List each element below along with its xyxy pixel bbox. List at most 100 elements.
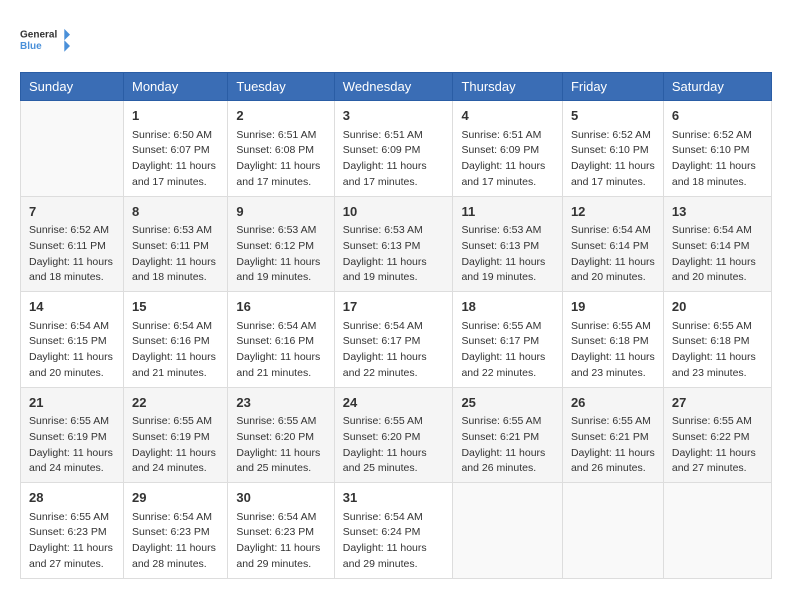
header-cell-wednesday: Wednesday (334, 73, 453, 101)
day-number: 27 (672, 393, 763, 413)
cell-info: Sunrise: 6:51 AMSunset: 6:08 PMDaylight:… (236, 128, 325, 191)
logo-svg: General Blue (20, 20, 70, 62)
cell-info: Sunrise: 6:54 AMSunset: 6:23 PMDaylight:… (236, 510, 325, 573)
cell-info: Sunrise: 6:54 AMSunset: 6:14 PMDaylight:… (672, 223, 763, 286)
week-row-1: 1Sunrise: 6:50 AMSunset: 6:07 PMDaylight… (21, 101, 772, 197)
cell-info: Sunrise: 6:54 AMSunset: 6:17 PMDaylight:… (343, 319, 445, 382)
calendar-cell: 5Sunrise: 6:52 AMSunset: 6:10 PMDaylight… (562, 101, 663, 197)
cell-info: Sunrise: 6:52 AMSunset: 6:11 PMDaylight:… (29, 223, 115, 286)
calendar-cell: 29Sunrise: 6:54 AMSunset: 6:23 PMDayligh… (124, 483, 228, 579)
cell-info: Sunrise: 6:55 AMSunset: 6:19 PMDaylight:… (132, 414, 219, 477)
cell-info: Sunrise: 6:55 AMSunset: 6:20 PMDaylight:… (343, 414, 445, 477)
day-number: 14 (29, 297, 115, 317)
day-number: 21 (29, 393, 115, 413)
calendar-cell: 11Sunrise: 6:53 AMSunset: 6:13 PMDayligh… (453, 196, 563, 292)
cell-info: Sunrise: 6:55 AMSunset: 6:20 PMDaylight:… (236, 414, 325, 477)
header-cell-friday: Friday (562, 73, 663, 101)
cell-info: Sunrise: 6:55 AMSunset: 6:22 PMDaylight:… (672, 414, 763, 477)
calendar-cell: 26Sunrise: 6:55 AMSunset: 6:21 PMDayligh… (562, 387, 663, 483)
calendar-cell: 1Sunrise: 6:50 AMSunset: 6:07 PMDaylight… (124, 101, 228, 197)
cell-info: Sunrise: 6:55 AMSunset: 6:18 PMDaylight:… (672, 319, 763, 382)
week-row-3: 14Sunrise: 6:54 AMSunset: 6:15 PMDayligh… (21, 292, 772, 388)
cell-info: Sunrise: 6:53 AMSunset: 6:12 PMDaylight:… (236, 223, 325, 286)
calendar-cell: 14Sunrise: 6:54 AMSunset: 6:15 PMDayligh… (21, 292, 124, 388)
cell-info: Sunrise: 6:54 AMSunset: 6:24 PMDaylight:… (343, 510, 445, 573)
day-number: 12 (571, 202, 655, 222)
header-cell-sunday: Sunday (21, 73, 124, 101)
cell-info: Sunrise: 6:55 AMSunset: 6:17 PMDaylight:… (461, 319, 554, 382)
day-number: 1 (132, 106, 219, 126)
svg-text:Blue: Blue (20, 41, 42, 52)
day-number: 15 (132, 297, 219, 317)
cell-info: Sunrise: 6:54 AMSunset: 6:23 PMDaylight:… (132, 510, 219, 573)
day-number: 28 (29, 488, 115, 508)
cell-info: Sunrise: 6:55 AMSunset: 6:23 PMDaylight:… (29, 510, 115, 573)
week-row-2: 7Sunrise: 6:52 AMSunset: 6:11 PMDaylight… (21, 196, 772, 292)
day-number: 24 (343, 393, 445, 413)
day-number: 7 (29, 202, 115, 222)
day-number: 18 (461, 297, 554, 317)
day-number: 9 (236, 202, 325, 222)
cell-info: Sunrise: 6:52 AMSunset: 6:10 PMDaylight:… (672, 128, 763, 191)
calendar-cell: 6Sunrise: 6:52 AMSunset: 6:10 PMDaylight… (663, 101, 771, 197)
cell-info: Sunrise: 6:55 AMSunset: 6:19 PMDaylight:… (29, 414, 115, 477)
cell-info: Sunrise: 6:52 AMSunset: 6:10 PMDaylight:… (571, 128, 655, 191)
cell-info: Sunrise: 6:54 AMSunset: 6:14 PMDaylight:… (571, 223, 655, 286)
day-number: 2 (236, 106, 325, 126)
calendar-cell: 21Sunrise: 6:55 AMSunset: 6:19 PMDayligh… (21, 387, 124, 483)
header: General Blue (20, 20, 772, 62)
day-number: 10 (343, 202, 445, 222)
calendar-cell: 19Sunrise: 6:55 AMSunset: 6:18 PMDayligh… (562, 292, 663, 388)
day-number: 8 (132, 202, 219, 222)
calendar-cell: 16Sunrise: 6:54 AMSunset: 6:16 PMDayligh… (228, 292, 334, 388)
calendar-cell: 28Sunrise: 6:55 AMSunset: 6:23 PMDayligh… (21, 483, 124, 579)
day-number: 20 (672, 297, 763, 317)
calendar-cell (562, 483, 663, 579)
day-number: 26 (571, 393, 655, 413)
calendar-cell: 27Sunrise: 6:55 AMSunset: 6:22 PMDayligh… (663, 387, 771, 483)
cell-info: Sunrise: 6:55 AMSunset: 6:21 PMDaylight:… (571, 414, 655, 477)
cell-info: Sunrise: 6:53 AMSunset: 6:13 PMDaylight:… (461, 223, 554, 286)
header-cell-monday: Monday (124, 73, 228, 101)
svg-text:General: General (20, 29, 57, 40)
calendar-table: SundayMondayTuesdayWednesdayThursdayFrid… (20, 72, 772, 579)
week-row-5: 28Sunrise: 6:55 AMSunset: 6:23 PMDayligh… (21, 483, 772, 579)
cell-info: Sunrise: 6:51 AMSunset: 6:09 PMDaylight:… (461, 128, 554, 191)
calendar-cell: 30Sunrise: 6:54 AMSunset: 6:23 PMDayligh… (228, 483, 334, 579)
day-number: 13 (672, 202, 763, 222)
calendar-cell: 12Sunrise: 6:54 AMSunset: 6:14 PMDayligh… (562, 196, 663, 292)
calendar-cell: 3Sunrise: 6:51 AMSunset: 6:09 PMDaylight… (334, 101, 453, 197)
calendar-cell: 17Sunrise: 6:54 AMSunset: 6:17 PMDayligh… (334, 292, 453, 388)
header-row: SundayMondayTuesdayWednesdayThursdayFrid… (21, 73, 772, 101)
cell-info: Sunrise: 6:51 AMSunset: 6:09 PMDaylight:… (343, 128, 445, 191)
header-cell-tuesday: Tuesday (228, 73, 334, 101)
calendar-cell (663, 483, 771, 579)
day-number: 5 (571, 106, 655, 126)
cell-info: Sunrise: 6:54 AMSunset: 6:15 PMDaylight:… (29, 319, 115, 382)
calendar-cell: 23Sunrise: 6:55 AMSunset: 6:20 PMDayligh… (228, 387, 334, 483)
calendar-cell: 8Sunrise: 6:53 AMSunset: 6:11 PMDaylight… (124, 196, 228, 292)
cell-info: Sunrise: 6:50 AMSunset: 6:07 PMDaylight:… (132, 128, 219, 191)
calendar-cell: 25Sunrise: 6:55 AMSunset: 6:21 PMDayligh… (453, 387, 563, 483)
day-number: 23 (236, 393, 325, 413)
week-row-4: 21Sunrise: 6:55 AMSunset: 6:19 PMDayligh… (21, 387, 772, 483)
calendar-cell: 15Sunrise: 6:54 AMSunset: 6:16 PMDayligh… (124, 292, 228, 388)
calendar-cell: 22Sunrise: 6:55 AMSunset: 6:19 PMDayligh… (124, 387, 228, 483)
calendar-cell (21, 101, 124, 197)
calendar-cell: 4Sunrise: 6:51 AMSunset: 6:09 PMDaylight… (453, 101, 563, 197)
day-number: 25 (461, 393, 554, 413)
calendar-cell: 24Sunrise: 6:55 AMSunset: 6:20 PMDayligh… (334, 387, 453, 483)
calendar-cell: 10Sunrise: 6:53 AMSunset: 6:13 PMDayligh… (334, 196, 453, 292)
calendar-cell: 20Sunrise: 6:55 AMSunset: 6:18 PMDayligh… (663, 292, 771, 388)
day-number: 29 (132, 488, 219, 508)
cell-info: Sunrise: 6:55 AMSunset: 6:18 PMDaylight:… (571, 319, 655, 382)
cell-info: Sunrise: 6:54 AMSunset: 6:16 PMDaylight:… (236, 319, 325, 382)
calendar-cell: 2Sunrise: 6:51 AMSunset: 6:08 PMDaylight… (228, 101, 334, 197)
day-number: 22 (132, 393, 219, 413)
logo: General Blue (20, 20, 70, 62)
day-number: 11 (461, 202, 554, 222)
calendar-cell: 9Sunrise: 6:53 AMSunset: 6:12 PMDaylight… (228, 196, 334, 292)
cell-info: Sunrise: 6:54 AMSunset: 6:16 PMDaylight:… (132, 319, 219, 382)
cell-info: Sunrise: 6:53 AMSunset: 6:13 PMDaylight:… (343, 223, 445, 286)
day-number: 31 (343, 488, 445, 508)
